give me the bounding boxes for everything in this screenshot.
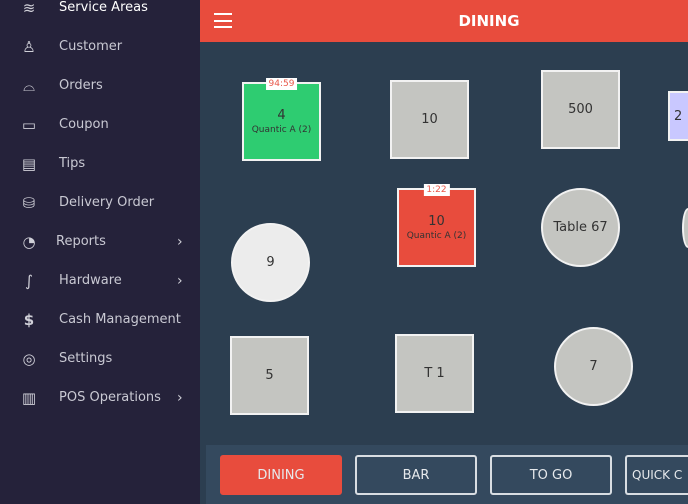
chevron-right-icon: ›	[177, 233, 183, 250]
dollar-icon: $	[23, 310, 35, 329]
table-name: T 1	[424, 366, 445, 381]
table-timer: 94:59	[265, 78, 298, 90]
table-name: 7	[589, 359, 598, 374]
sidebar-item-delivery-order[interactable]: ⛁ Delivery Order	[0, 183, 200, 222]
table-t1[interactable]: T 1	[395, 334, 474, 413]
table-name: 10	[421, 112, 438, 127]
table-name: Table 67	[553, 220, 608, 235]
table-name: 2	[674, 108, 683, 124]
coupon-icon: ▭	[21, 115, 37, 134]
tab-quick[interactable]: QUICK C	[625, 455, 688, 495]
table-timer: 1:22	[423, 184, 450, 196]
table-name: 4	[277, 108, 286, 123]
chevron-right-icon: ›	[177, 272, 183, 289]
table-7[interactable]: 7	[554, 327, 633, 406]
table-10[interactable]: 10	[390, 80, 469, 159]
table-10-occupied[interactable]: 1:22 10 Quantic A (2)	[397, 184, 476, 267]
header: DINING	[200, 0, 688, 42]
chevron-right-icon: ›	[177, 389, 183, 406]
area-tabs: DINING BAR TO GO QUICK C	[200, 445, 688, 504]
sidebar-item-customer[interactable]: ♙ Customer	[0, 27, 200, 66]
table-4[interactable]: 94:59 4 Quantic A (2)	[242, 78, 321, 161]
table-9[interactable]: 9	[231, 223, 310, 302]
sidebar-item-orders[interactable]: ⌓ Orders	[0, 66, 200, 105]
table-500[interactable]: 500	[541, 70, 620, 149]
sidebar-item-settings[interactable]: ◎ Settings	[0, 339, 200, 378]
sidebar-item-pos-operations[interactable]: ▥ POS Operations ›	[0, 378, 200, 417]
table-server: Quantic A (2)	[406, 231, 467, 241]
sidebar: ≋ Service Areas ♙ Customer ⌓ Orders ▭ Coupon…	[0, 0, 200, 504]
floor-plan: 94:59 4 Quantic A (2) 10 500 2 9 1:22 10 Qua…	[200, 42, 688, 445]
sidebar-item-hardware[interactable]: ∫ Hardware ›	[0, 261, 200, 300]
table-name: 5	[265, 368, 274, 383]
cloche-icon: ⌓	[23, 76, 35, 95]
sidebar-item-cash-management[interactable]: $ Cash Management	[0, 300, 200, 339]
sidebar-item-coupon[interactable]: ▭ Coupon	[0, 105, 200, 144]
table-2[interactable]: 2	[668, 91, 688, 141]
user-icon: ♙	[22, 37, 36, 56]
page-title: DINING	[458, 12, 520, 30]
tab-bar[interactable]: BAR	[355, 455, 477, 495]
cash-icon: ▤	[21, 154, 37, 173]
pos-operations-icon: ▥	[21, 388, 37, 407]
table-name: 9	[266, 255, 275, 270]
table-5[interactable]: 5	[230, 336, 309, 415]
table-server: Quantic A (2)	[251, 125, 312, 135]
lifebuoy-icon: ◎	[22, 349, 36, 368]
cable-icon: ∫	[25, 271, 33, 290]
table-67[interactable]: Table 67	[541, 188, 620, 267]
table-name: 10	[428, 214, 445, 229]
report-icon: ◔	[22, 232, 36, 251]
sidebar-item-service-areas[interactable]: ≋ Service Areas	[0, 0, 200, 27]
sidebar-item-tips[interactable]: ▤ Tips	[0, 144, 200, 183]
layers-icon: ≋	[22, 0, 36, 17]
bag-icon: ⛁	[22, 193, 36, 212]
table-partial[interactable]	[682, 208, 688, 248]
table-name: 500	[568, 102, 593, 117]
sidebar-item-reports[interactable]: ◔ Reports ›	[0, 222, 200, 261]
tab-to-go[interactable]: TO GO	[490, 455, 612, 495]
tab-dining[interactable]: DINING	[220, 455, 342, 495]
